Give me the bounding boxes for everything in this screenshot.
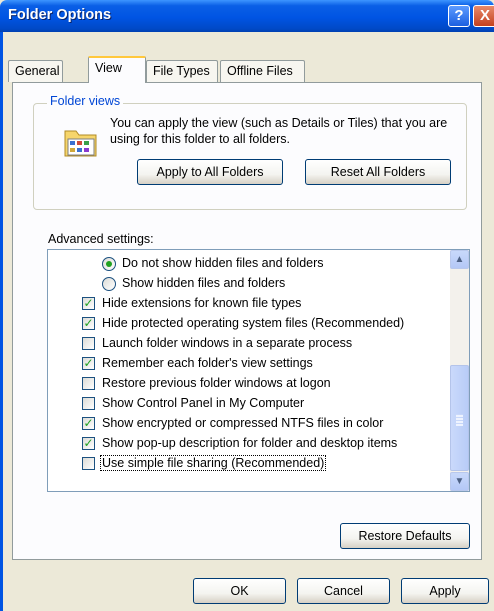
vertical-scrollbar[interactable]: ▲ ▬ ▬ ▬ ▬ ▼	[450, 250, 469, 491]
checkbox-checked[interactable]: ✓	[82, 437, 95, 450]
window-border	[0, 32, 3, 611]
help-icon: ?	[454, 7, 464, 24]
chevron-down-icon: ▼	[454, 476, 465, 487]
cancel-button[interactable]: Cancel	[297, 578, 390, 604]
scroll-up-button[interactable]: ▲	[450, 250, 469, 269]
checkbox-unchecked[interactable]	[82, 377, 95, 390]
checkbox-checked[interactable]: ✓	[82, 417, 95, 430]
list-item-label: Show Control Panel in My Computer	[102, 396, 305, 410]
scroll-down-button[interactable]: ▼	[450, 472, 469, 491]
window-title: Folder Options	[8, 7, 112, 23]
list-item-label: Show hidden files and folders	[122, 276, 286, 290]
chevron-up-icon: ▲	[454, 254, 465, 265]
tab-general[interactable]: General	[8, 60, 63, 82]
tab-offline-files[interactable]: Offline Files	[220, 60, 305, 82]
tab-file-types[interactable]: File Types	[146, 60, 218, 82]
list-item-label: Launch folder windows in a separate proc…	[102, 336, 353, 350]
scroll-thumb[interactable]: ▬ ▬ ▬ ▬	[450, 365, 469, 471]
restore-defaults-button[interactable]: Restore Defaults	[340, 523, 470, 549]
folder-views-description: You can apply the view (such as Details …	[110, 116, 448, 146]
checkbox-checked[interactable]: ✓	[82, 317, 95, 330]
tab-view[interactable]: View	[88, 56, 146, 83]
radio-selected[interactable]	[102, 257, 116, 271]
close-icon: X	[479, 7, 490, 24]
list-item-label: Show pop-up description for folder and d…	[102, 436, 398, 450]
checkbox-checked[interactable]: ✓	[82, 297, 95, 310]
help-button[interactable]: ?	[448, 5, 470, 27]
folder-options-window: Folder Options ? X General View File Typ…	[0, 0, 494, 611]
apply-button[interactable]: Apply	[401, 578, 489, 604]
folder-views-legend: Folder views	[47, 94, 124, 108]
list-item-label: Restore previous folder windows at logon	[102, 376, 331, 390]
list-item-label: Hide extensions for known file types	[102, 296, 302, 310]
title-bar[interactable]: Folder Options ? X	[0, 0, 494, 32]
list-item-label-focused: Use simple file sharing (Recommended)	[99, 455, 327, 471]
radio-unselected[interactable]	[102, 277, 116, 291]
close-button[interactable]: X	[473, 5, 494, 27]
advanced-settings-list[interactable]: Do not show hidden files and folders Sho…	[47, 249, 470, 492]
folder-view-icon	[64, 130, 97, 157]
list-item-label: Do not show hidden files and folders	[122, 256, 324, 270]
checkbox-unchecked[interactable]	[82, 457, 95, 470]
checkbox-checked[interactable]: ✓	[82, 357, 95, 370]
list-item-label: Remember each folder's view settings	[102, 356, 313, 370]
checkbox-unchecked[interactable]	[82, 337, 95, 350]
ok-button[interactable]: OK	[193, 578, 286, 604]
advanced-settings-label: Advanced settings:	[48, 232, 154, 246]
grip-icon: ▬ ▬ ▬ ▬	[456, 412, 463, 428]
reset-all-folders-button[interactable]: Reset All Folders	[305, 159, 451, 185]
checkbox-unchecked[interactable]	[82, 397, 95, 410]
apply-to-all-folders-button[interactable]: Apply to All Folders	[137, 159, 283, 185]
list-item-label: Show encrypted or compressed NTFS files …	[102, 416, 384, 430]
list-item-label: Hide protected operating system files (R…	[102, 316, 405, 330]
